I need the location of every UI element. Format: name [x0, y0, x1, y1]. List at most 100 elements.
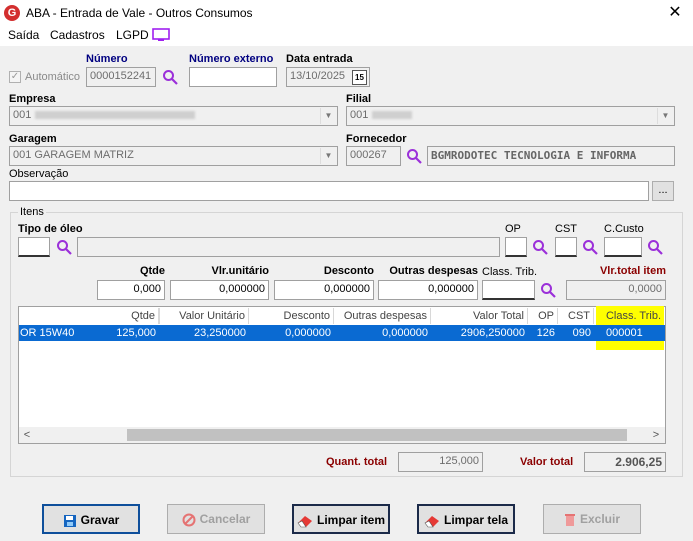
grid-header-valor-unitario[interactable]: Valor Unitário: [159, 308, 249, 324]
grid-header-desconto[interactable]: Desconto: [249, 308, 334, 324]
op-field[interactable]: [505, 237, 527, 257]
scroll-right-icon[interactable]: >: [648, 427, 664, 443]
gravar-button[interactable]: Gravar: [42, 504, 140, 534]
numero-search-icon[interactable]: [162, 69, 178, 85]
ccusto-field[interactable]: [604, 237, 642, 257]
garagem-value: 001 GARAGEM MATRIZ: [13, 149, 134, 161]
tipo-oleo-code-field[interactable]: [18, 237, 50, 257]
fornecedor-search-icon[interactable]: [406, 148, 422, 164]
outras-despesas-field[interactable]: 0,000000: [378, 280, 478, 300]
desconto-label: Desconto: [323, 265, 374, 277]
vlr-unitario-label: Vlr.unitário: [211, 265, 269, 277]
window-title: ABA - Entrada de Vale - Outros Consumos: [26, 6, 253, 20]
grid-header-cst[interactable]: CST: [558, 308, 594, 324]
empresa-combo[interactable]: 001 ▼: [9, 106, 338, 126]
quant-total-field: 125,000: [398, 452, 483, 472]
filial-value: 001: [350, 109, 369, 121]
limpar-item-button[interactable]: Limpar item: [292, 504, 390, 534]
vlr-total-item-label: Vlr.total item: [599, 265, 666, 277]
numero-label: Número: [86, 53, 128, 65]
limpar-item-label: Limpar item: [316, 513, 385, 527]
calendar-icon[interactable]: 15: [352, 70, 367, 85]
grid-cell-qtde: 125,000: [116, 327, 156, 339]
grid-header-qtde[interactable]: Qtde: [100, 308, 159, 324]
class-trib-label: Class. Trib.: [482, 266, 538, 278]
grid-cell-outras-despesas: 0,000000: [382, 327, 428, 339]
grid-cell-op: 126: [536, 327, 555, 339]
cst-label: CST: [555, 223, 577, 235]
empresa-label: Empresa: [9, 93, 56, 105]
floppy-disk-icon: [63, 514, 76, 527]
fornecedor-name-field: BGMRODOTEC TECNOLOGIA E INFORMA: [427, 146, 675, 166]
vlr-unitario-field[interactable]: 0,000000: [170, 280, 269, 300]
tipo-oleo-desc-field: [77, 237, 500, 257]
limpar-tela-button[interactable]: Limpar tela: [417, 504, 515, 534]
grid-cell-cst: 090: [572, 327, 591, 339]
garagem-combo[interactable]: 001 GARAGEM MATRIZ ▼: [9, 146, 338, 166]
fornecedor-code-field[interactable]: 000267: [346, 146, 401, 166]
eraser-icon: [297, 515, 312, 528]
grid-header-outras-despesas[interactable]: Outras despesas: [334, 308, 431, 324]
gravar-label: Gravar: [80, 513, 120, 527]
valor-total-label: Valor total: [520, 456, 574, 468]
chevron-down-icon[interactable]: ▼: [657, 108, 673, 124]
garagem-label: Garagem: [9, 133, 57, 145]
menu-item-saida[interactable]: Saída: [8, 28, 39, 42]
numero-externo-field[interactable]: [189, 67, 277, 87]
automatico-checkbox[interactable]: ✓: [9, 71, 21, 83]
cancelar-label: Cancelar: [199, 512, 251, 526]
class-trib-field[interactable]: [482, 280, 535, 300]
grid-cell-valor-total: 2906,250000: [460, 327, 525, 339]
close-icon[interactable]: ✕: [662, 2, 688, 24]
numero-externo-label: Número externo: [189, 53, 274, 65]
valor-total-field: 2.906,25: [584, 452, 666, 472]
scroll-left-icon[interactable]: <: [19, 427, 35, 443]
grid-cell-desconto: 0,000000: [285, 327, 331, 339]
observacao-more-button[interactable]: ...: [652, 181, 674, 201]
filial-label: Filial: [346, 93, 372, 105]
cst-field[interactable]: [555, 237, 577, 257]
cancel-icon: [182, 513, 196, 527]
ccusto-search-icon[interactable]: [647, 239, 663, 255]
filial-combo[interactable]: 001 ▼: [346, 106, 675, 126]
tipo-oleo-search-icon[interactable]: [56, 239, 72, 255]
qtde-field[interactable]: 0,000: [97, 280, 165, 300]
outras-despesas-label: Outras despesas: [389, 265, 478, 277]
scroll-thumb[interactable]: [127, 429, 627, 441]
trash-icon: [564, 513, 575, 526]
ccusto-label: C.Custo: [604, 223, 644, 235]
fornecedor-label: Fornecedor: [346, 133, 407, 145]
menu-item-cadastros[interactable]: Cadastros: [50, 28, 105, 42]
desconto-field[interactable]: 0,000000: [274, 280, 374, 300]
empresa-value: 001: [13, 109, 32, 121]
chevron-down-icon[interactable]: ▼: [320, 108, 336, 124]
grid-header-class-trib[interactable]: Class. Trib.: [597, 308, 664, 324]
excluir-button[interactable]: Excluir: [543, 504, 641, 534]
grid-header-op[interactable]: OP: [528, 308, 558, 324]
op-search-icon[interactable]: [532, 239, 548, 255]
monitor-icon[interactable]: [152, 28, 170, 42]
grid-cell-valor-unitario: 23,250000: [194, 327, 246, 339]
menu-item-lgpd[interactable]: LGPD: [116, 28, 149, 42]
cst-search-icon[interactable]: [582, 239, 598, 255]
quant-total-label: Quant. total: [326, 456, 388, 468]
observacao-field[interactable]: [9, 181, 649, 201]
limpar-tela-label: Limpar tela: [443, 513, 509, 527]
op-label: OP: [505, 223, 521, 235]
qtde-label: Qtde: [139, 265, 165, 277]
itens-group-label: Itens: [18, 206, 46, 218]
observacao-label: Observação: [9, 168, 69, 180]
tipo-oleo-label: Tipo de óleo: [18, 223, 83, 235]
chevron-down-icon[interactable]: ▼: [320, 148, 336, 164]
vlr-total-item-field: 0,0000: [566, 280, 666, 300]
numero-field[interactable]: 0000152241: [86, 67, 156, 87]
automatico-label: Automático: [25, 71, 81, 83]
grid-header-valor-total[interactable]: Valor Total: [431, 308, 528, 324]
excluir-label: Excluir: [579, 512, 621, 526]
data-entrada-label: Data entrada: [286, 53, 353, 65]
grid-cell-class-trib: 000001: [606, 327, 643, 339]
eraser-icon: [424, 515, 439, 528]
class-trib-search-icon[interactable]: [540, 282, 556, 298]
cancelar-button[interactable]: Cancelar: [167, 504, 265, 534]
app-logo-icon: G: [4, 5, 20, 21]
